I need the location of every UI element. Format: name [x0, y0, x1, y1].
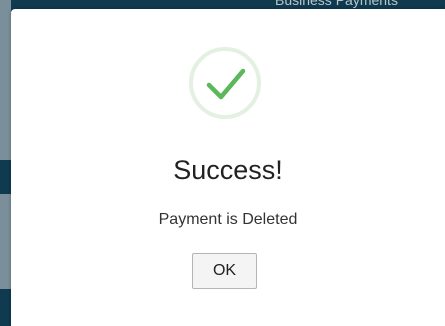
ok-button[interactable]: OK [192, 253, 257, 289]
dialog-message: Payment is Deleted [158, 211, 298, 228]
dialog-title: Success! [173, 155, 283, 185]
backdrop-left-edge [0, 0, 11, 326]
backdrop-page-heading: Business Payments [275, 0, 398, 8]
backdrop-segment [0, 160, 11, 194]
success-icon-ring [189, 47, 261, 119]
check-icon [206, 68, 246, 100]
backdrop-segment [0, 194, 11, 289]
success-dialog: Success! Payment is Deleted OK [11, 9, 445, 326]
backdrop-segment [0, 289, 11, 326]
backdrop-segment [0, 0, 11, 160]
